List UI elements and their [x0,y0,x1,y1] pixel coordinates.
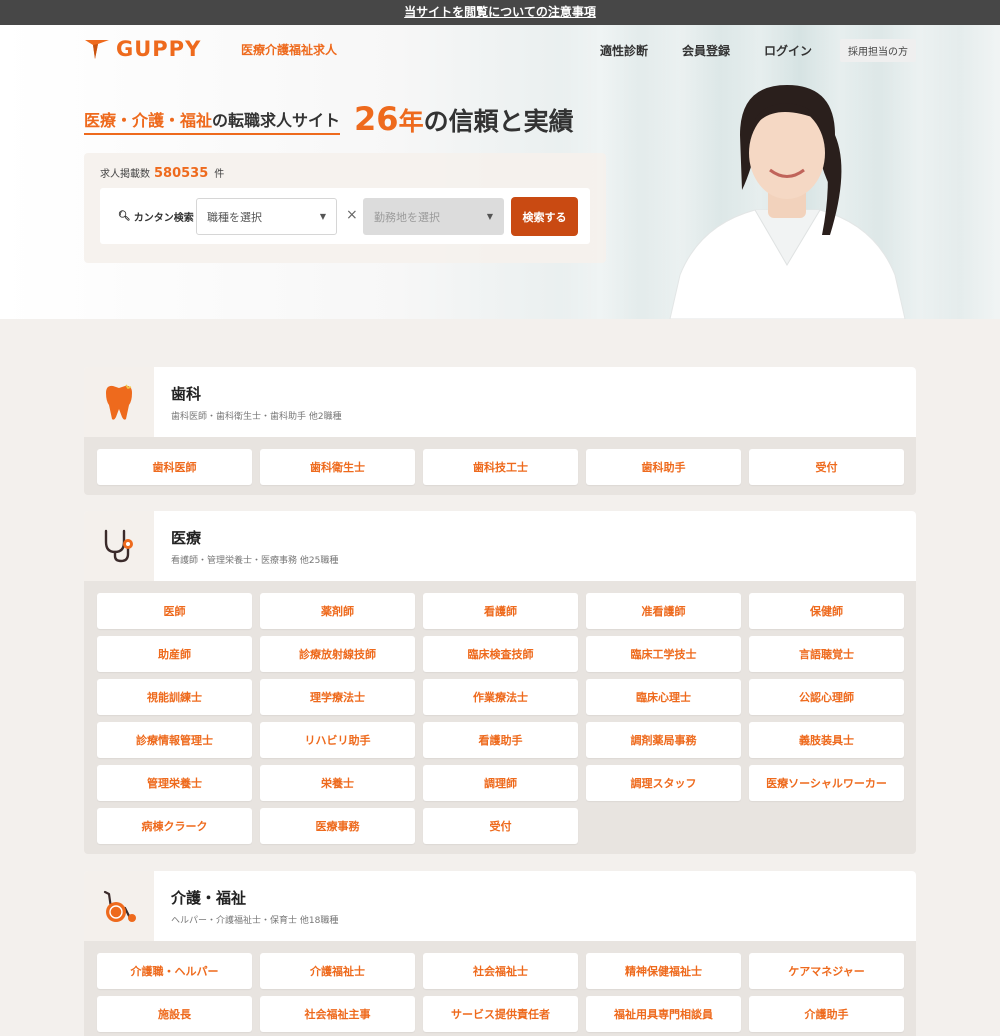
section-header[interactable]: 歯科 歯科医師・歯科衛生士・歯科助手 他2職種 [84,367,916,437]
tooth-icon [84,367,154,437]
section-title: 介護・福祉 [171,888,247,907]
job-button[interactable]: 歯科技工士 [423,449,578,485]
section-subtitle: 看護師・管理栄養士・医療事務 他25職種 [171,555,339,566]
job-button[interactable]: 言語聴覚士 [749,636,904,672]
job-button[interactable]: 助産師 [97,636,252,672]
section-dental: 歯科 歯科医師・歯科衛生士・歯科助手 他2職種 歯科医師 歯科衛生士 歯科技工士… [84,367,916,495]
job-button[interactable]: 理学療法士 [260,679,415,715]
easy-search-text: カンタン検索 [133,213,194,224]
tagline-orange-text: 医療・介護・福祉 [84,111,213,130]
logo[interactable]: GUPPY [84,37,201,61]
easy-search-label: 🔍︎ カンタン検索 [118,209,194,224]
job-button[interactable]: サービス提供責任者 [423,996,578,1032]
job-button[interactable]: 歯科助手 [586,449,741,485]
job-button[interactable]: 歯科医師 [97,449,252,485]
header: GUPPY 医療介護福祉求人 適性診断 会員登録 ログイン 採用担当の方 [0,25,1000,73]
job-button[interactable]: 保健師 [749,593,904,629]
trust-text: の信頼と実績 [423,107,574,136]
job-button[interactable]: 施設長 [97,996,252,1032]
tagline-right: 26年の信頼と実績 [354,103,574,135]
chevron-down-icon: ▼ [486,212,493,221]
section-title: 医療 [171,528,202,547]
job-button[interactable]: 公認心理師 [749,679,904,715]
nurse-photo [669,85,906,319]
job-grid: 医師 薬剤師 看護師 准看護師 保健師 助産師 診療放射線技師 臨床検査技師 臨… [84,581,916,854]
job-button[interactable]: 受付 [423,808,578,844]
section-subtitle: 歯科医師・歯科衛生士・歯科助手 他2職種 [171,411,342,422]
job-button[interactable]: 栄養士 [260,765,415,801]
job-button[interactable]: 社会福祉士 [423,953,578,989]
job-button[interactable]: 薬剤師 [260,593,415,629]
job-button[interactable]: 臨床検査技師 [423,636,578,672]
section-medical: 医療 看護師・管理栄養士・医療事務 他25職種 医師 薬剤師 看護師 准看護師 … [84,511,916,854]
job-button[interactable]: リハビリ助手 [260,722,415,758]
job-button[interactable]: 臨床工学技士 [586,636,741,672]
years-unit: 年 [398,107,424,136]
section-header[interactable]: 介護・福祉 ヘルパー・介護福祉士・保育士 他18職種 [84,871,916,941]
nav-aptitude-test[interactable]: 適性診断 [600,42,648,59]
tagline-left: 医療・介護・福祉の転職求人サイト [84,107,341,135]
tagline-black-text: の転職求人サイト [212,111,341,130]
site-category-label: 医療介護福祉求人 [241,43,338,57]
nav-login[interactable]: ログイン [764,42,812,59]
search-card: 求人掲載数 580535 件 🔍︎ カンタン検索 職種を選択 ▼ × 勤務地を選… [84,153,606,263]
job-button[interactable]: 受付 [749,449,904,485]
section-subtitle: ヘルパー・介護福祉士・保育士 他18職種 [171,915,339,926]
job-count-unit: 件 [214,169,225,180]
job-count: 求人掲載数 580535 件 [100,165,224,181]
guppy-logo-icon [85,40,109,59]
job-button[interactable]: 医師 [97,593,252,629]
search-form: 🔍︎ カンタン検索 職種を選択 ▼ × 勤務地を選択 ▼ 検索する [100,188,590,244]
job-button[interactable]: 看護師 [423,593,578,629]
section-header[interactable]: 医療 看護師・管理栄養士・医療事務 他25職種 [84,511,916,581]
wheelchair-icon [84,871,154,941]
job-button[interactable]: 調剤薬局事務 [586,722,741,758]
nav-register[interactable]: 会員登録 [682,42,730,59]
job-button[interactable]: 調理スタッフ [586,765,741,801]
header-nav: 適性診断 会員登録 ログイン 採用担当の方 [566,39,916,62]
search-icon: 🔍︎ [118,211,131,222]
job-button[interactable]: 歯科衛生士 [260,449,415,485]
job-button[interactable]: 医療ソーシャルワーカー [749,765,904,801]
job-button[interactable]: 准看護師 [586,593,741,629]
stethoscope-icon [84,511,154,581]
section-title: 歯科 [171,384,202,403]
area-select[interactable]: 勤務地を選択 ▼ [363,198,504,235]
job-button[interactable]: 医療事務 [260,808,415,844]
chevron-down-icon: ▼ [319,212,326,221]
job-button[interactable]: 診療情報管理士 [97,722,252,758]
job-button[interactable]: 精神保健福祉士 [586,953,741,989]
job-count-label: 求人掲載数 [100,169,150,180]
years-number: 26 [354,100,399,138]
job-type-select[interactable]: 職種を選択 ▼ [196,198,337,235]
section-care-welfare: 介護・福祉 ヘルパー・介護福祉士・保育士 他18職種 介護職・ヘルパー 介護福祉… [84,871,916,1036]
job-button[interactable]: 病棟クラーク [97,808,252,844]
hero-tagline: 医療・介護・福祉の転職求人サイト 26年の信頼と実績 [84,103,574,135]
search-button[interactable]: 検索する [511,197,578,236]
job-button[interactable]: 介護助手 [749,996,904,1032]
job-button[interactable]: 福祉用具専門相談員 [586,996,741,1032]
job-button[interactable]: 視能訓練士 [97,679,252,715]
area-select-value: 勤務地を選択 [374,210,440,224]
job-button[interactable]: 介護福祉士 [260,953,415,989]
job-button[interactable]: 看護助手 [423,722,578,758]
logo-text: GUPPY [116,37,202,61]
job-button[interactable]: 介護職・ヘルパー [97,953,252,989]
job-count-value: 580535 [154,166,209,181]
job-button[interactable]: 管理栄養士 [97,765,252,801]
job-button[interactable]: 臨床心理士 [586,679,741,715]
job-type-select-value: 職種を選択 [207,210,262,224]
nav-employer[interactable]: 採用担当の方 [840,39,916,62]
job-button[interactable]: 作業療法士 [423,679,578,715]
times-icon: × [346,207,358,223]
hero: GUPPY 医療介護福祉求人 適性診断 会員登録 ログイン 採用担当の方 医療・… [0,25,1000,319]
job-button[interactable]: 義肢装具士 [749,722,904,758]
job-button[interactable]: 診療放射線技師 [260,636,415,672]
notice-link[interactable]: 当サイトを閲覧についての注意事項 [0,0,1000,25]
job-button[interactable]: 調理師 [423,765,578,801]
job-grid: 歯科医師 歯科衛生士 歯科技工士 歯科助手 受付 [84,437,916,495]
job-grid: 介護職・ヘルパー 介護福祉士 社会福祉士 精神保健福祉士 ケアマネジャー 施設長… [84,941,916,1036]
job-button[interactable]: ケアマネジャー [749,953,904,989]
job-button[interactable]: 社会福祉主事 [260,996,415,1032]
